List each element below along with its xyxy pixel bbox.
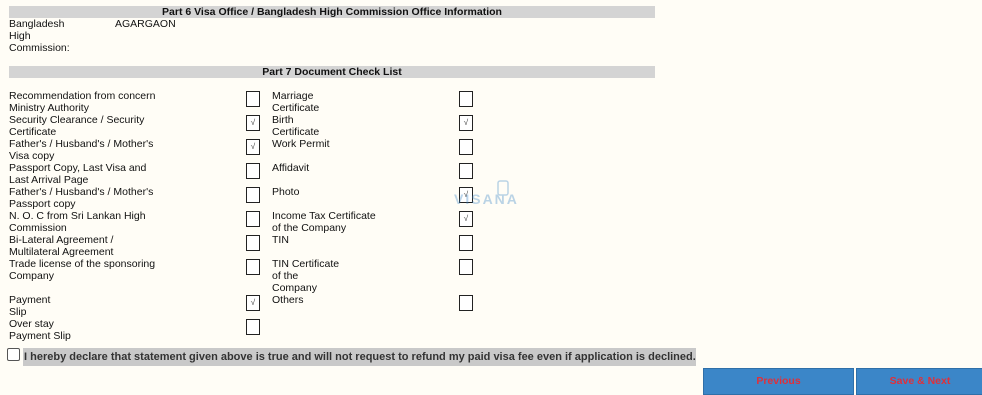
checklist-item-label: Father's / Husband's / Mother's Passport …	[9, 186, 153, 210]
watermark-logo-icon: VISANA	[454, 180, 519, 207]
label-line: Payment	[9, 294, 51, 306]
checklist-item-label: Trade license of the sponsoring Company	[9, 258, 155, 282]
label-line: Multilateral Agreement	[9, 246, 114, 258]
checklist-item-label: Over stay Payment Slip	[9, 318, 71, 342]
label-line: Slip	[9, 306, 27, 318]
label-line: of the Company	[272, 222, 347, 234]
svg-text:VISANA: VISANA	[454, 191, 519, 207]
checklist-checkbox[interactable]	[459, 235, 473, 251]
checklist-item-label: Bi-Lateral Agreement / Multilateral Agree…	[9, 234, 113, 258]
checklist-checkbox[interactable]	[459, 91, 473, 107]
checklist-checkbox[interactable]	[246, 259, 260, 275]
checklist-item-label: Photo	[272, 186, 299, 198]
label-line: Commission:	[9, 42, 70, 54]
checklist-checkbox[interactable]	[246, 235, 260, 251]
label-line: Security Clearance / Security	[9, 114, 145, 126]
label-line: Passport copy	[9, 198, 76, 210]
label-line: Father's / Husband's / Mother's	[9, 138, 154, 150]
label-line: Photo	[272, 186, 300, 198]
checklist-checkbox[interactable]: √	[246, 115, 260, 131]
checklist-item-label: Recommendation from concern Ministry Auth…	[9, 90, 155, 114]
label-line: TIN Certificate	[272, 258, 340, 270]
checklist-item-label: Marriage Certificate	[272, 90, 319, 114]
label-line: N. O. C from Sri Lankan High	[9, 210, 146, 222]
bd-high-commission-label: Bangladesh High Commission:	[9, 18, 70, 54]
label-line: Certificate	[9, 126, 57, 138]
checklist-item-label: Security Clearance / Security Certificate	[9, 114, 144, 138]
previous-button[interactable]: Previous	[703, 368, 854, 395]
checklist-checkbox[interactable]: √	[459, 115, 473, 131]
checklist-checkbox[interactable]	[459, 295, 473, 311]
checklist-item-label: Work Permit	[272, 138, 330, 150]
label-line: Birth	[272, 114, 294, 126]
checklist-checkbox[interactable]	[459, 163, 473, 179]
label-line: Visa copy	[9, 150, 55, 162]
label-line: Company	[9, 270, 54, 282]
checklist-item-label: Passport Copy, Last Visa and Last Arrival…	[9, 162, 146, 186]
label-line: Certificate	[272, 102, 320, 114]
checklist-item-label: Income Tax Certificate of the Company	[272, 210, 376, 234]
label-line: Father's / Husband's / Mother's	[9, 186, 154, 198]
label-line: Affidavit	[272, 162, 310, 174]
checklist-item-label: TIN	[272, 234, 289, 246]
checklist-checkbox[interactable]	[246, 211, 260, 227]
label-line: Others	[272, 294, 304, 306]
bd-high-commission-value: AGARGAON	[115, 18, 176, 30]
checklist-checkbox[interactable]: √	[459, 211, 473, 227]
checklist-checkbox[interactable]	[246, 187, 260, 203]
checklist-item-label: Birth Certificate	[272, 114, 319, 138]
label-line: Work Permit	[272, 138, 330, 150]
checklist-checkbox[interactable]	[459, 259, 473, 275]
label-line: Bangladesh	[9, 18, 65, 30]
label-line: TIN	[272, 234, 289, 246]
checklist-item-label: N. O. C from Sri Lankan High Commission	[9, 210, 146, 234]
checklist-checkbox[interactable]: √	[246, 139, 260, 155]
checklist-checkbox[interactable]	[246, 319, 260, 335]
label-line: of the	[272, 270, 299, 282]
label-line: Trade license of the sponsoring	[9, 258, 156, 270]
checklist-item-label: Payment Slip	[9, 294, 50, 318]
label-line: Over stay	[9, 318, 54, 330]
declaration-text: I hereby declare that statement given ab…	[23, 348, 696, 366]
label-line: Passport Copy, Last Visa and	[9, 162, 147, 174]
checklist-checkbox[interactable]: √	[246, 295, 260, 311]
checklist-item-label: TIN Certificate of the Company	[272, 258, 339, 294]
label-line: Payment Slip	[9, 330, 71, 342]
label-line: Income Tax Certificate	[272, 210, 376, 222]
save-next-button[interactable]: Save & Next	[856, 368, 982, 395]
label-line: Ministry Authority	[9, 102, 89, 114]
label-line: Certificate	[272, 126, 320, 138]
part6-header: Part 6 Visa Office / Bangladesh High Com…	[9, 6, 655, 18]
label-line: Marriage	[272, 90, 314, 102]
label-line: Recommendation from concern	[9, 90, 156, 102]
label-line: High	[9, 30, 31, 42]
checklist-checkbox[interactable]	[459, 139, 473, 155]
part7-header: Part 7 Document Check List	[9, 66, 655, 78]
checklist-item-label: Father's / Husband's / Mother's Visa copy	[9, 138, 153, 162]
declaration-checkbox[interactable]	[7, 348, 20, 361]
checklist-item-label: Affidavit	[272, 162, 309, 174]
checklist-checkbox[interactable]	[246, 91, 260, 107]
label-line: Last Arrival Page	[9, 174, 89, 186]
label-line: Commission	[9, 222, 67, 234]
label-line: Bi-Lateral Agreement /	[9, 234, 114, 246]
checklist-item-label: Others	[272, 294, 304, 306]
checklist-checkbox[interactable]	[246, 163, 260, 179]
label-line: Company	[272, 282, 317, 294]
